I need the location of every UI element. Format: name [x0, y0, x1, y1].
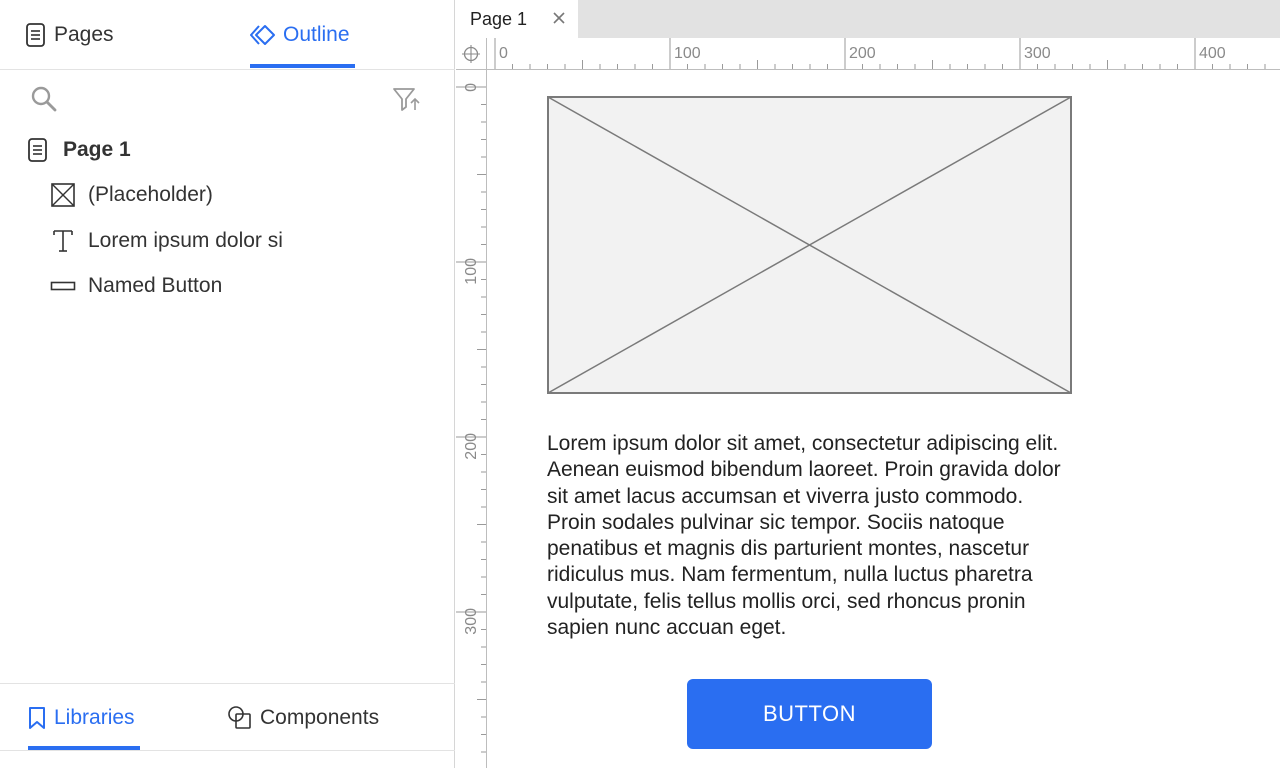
tab-libraries[interactable]: Libraries: [27, 684, 135, 752]
page-icon: [25, 138, 51, 162]
close-icon[interactable]: [550, 9, 568, 27]
crosshair-icon: [462, 45, 480, 63]
ruler-label: 300: [463, 608, 480, 635]
tab-outline-label: Outline: [283, 22, 350, 46]
ruler-label: 300: [1024, 45, 1051, 62]
tree-item-label: (Placeholder): [88, 183, 213, 206]
document-tab[interactable]: Page 1: [456, 0, 578, 38]
horizontal-ruler-ticks: 0 100 200 300 400: [494, 38, 1266, 69]
tab-components[interactable]: Components: [227, 684, 379, 752]
page-icon: [25, 22, 47, 47]
vertical-ruler-ticks: 0 100 200 300: [456, 83, 486, 753]
tree-item-label: Named Button: [88, 274, 223, 297]
tree-item-label: Page 1: [63, 138, 131, 161]
outline-icon: [250, 23, 276, 47]
tree-item-page[interactable]: Page 1: [25, 135, 131, 165]
document-tab-strip: Page 1: [456, 0, 1280, 38]
button-icon: [50, 280, 76, 292]
image-placeholder[interactable]: [547, 96, 1072, 394]
ruler-label: 400: [1199, 45, 1226, 62]
filter-icon[interactable]: [392, 85, 422, 113]
tab-outline[interactable]: Outline: [250, 0, 350, 69]
placeholder-icon: [50, 182, 76, 208]
ruler-label: 100: [463, 258, 480, 285]
ruler-label: 0: [499, 45, 508, 62]
ruler-label: 200: [463, 433, 480, 460]
tab-pages[interactable]: Pages: [25, 0, 114, 69]
tab-libraries-label: Libraries: [54, 706, 135, 729]
ruler-origin[interactable]: [456, 38, 487, 70]
design-canvas[interactable]: Lorem ipsum dolor sit amet, consectetur …: [488, 71, 1280, 768]
text-block[interactable]: Lorem ipsum dolor sit amet, consectetur …: [547, 431, 1077, 641]
bookmark-icon: [27, 706, 47, 730]
ruler-label: 200: [849, 45, 876, 62]
tab-components-label: Components: [260, 706, 380, 729]
tree-item-button[interactable]: Named Button: [50, 271, 222, 301]
horizontal-ruler: 0 100 200 300 400: [487, 38, 1280, 70]
text-icon: [50, 228, 76, 254]
tab-pages-label: Pages: [54, 22, 114, 46]
active-tab-indicator: [250, 64, 355, 68]
tree-item-text[interactable]: Lorem ipsum dolor si: [50, 226, 283, 256]
panel-tabs: Pages Outline: [0, 0, 455, 70]
tree-item-placeholder[interactable]: (Placeholder): [50, 180, 213, 210]
ruler-label: 100: [674, 45, 701, 62]
components-icon: [227, 705, 253, 731]
search-icon[interactable]: [30, 85, 58, 113]
bottom-tabs: Libraries Components: [0, 683, 455, 751]
active-tab-indicator: [28, 746, 140, 750]
document-tab-title: Page 1: [470, 8, 528, 29]
ruler-label: 0: [463, 83, 480, 92]
left-panel: Pages Outline Page 1 (Placeholder) Lorem…: [0, 0, 455, 768]
vertical-ruler: 0 100 200 300: [456, 70, 487, 768]
named-button[interactable]: BUTTON: [687, 679, 932, 749]
tree-item-label: Lorem ipsum dolor si: [88, 229, 283, 252]
